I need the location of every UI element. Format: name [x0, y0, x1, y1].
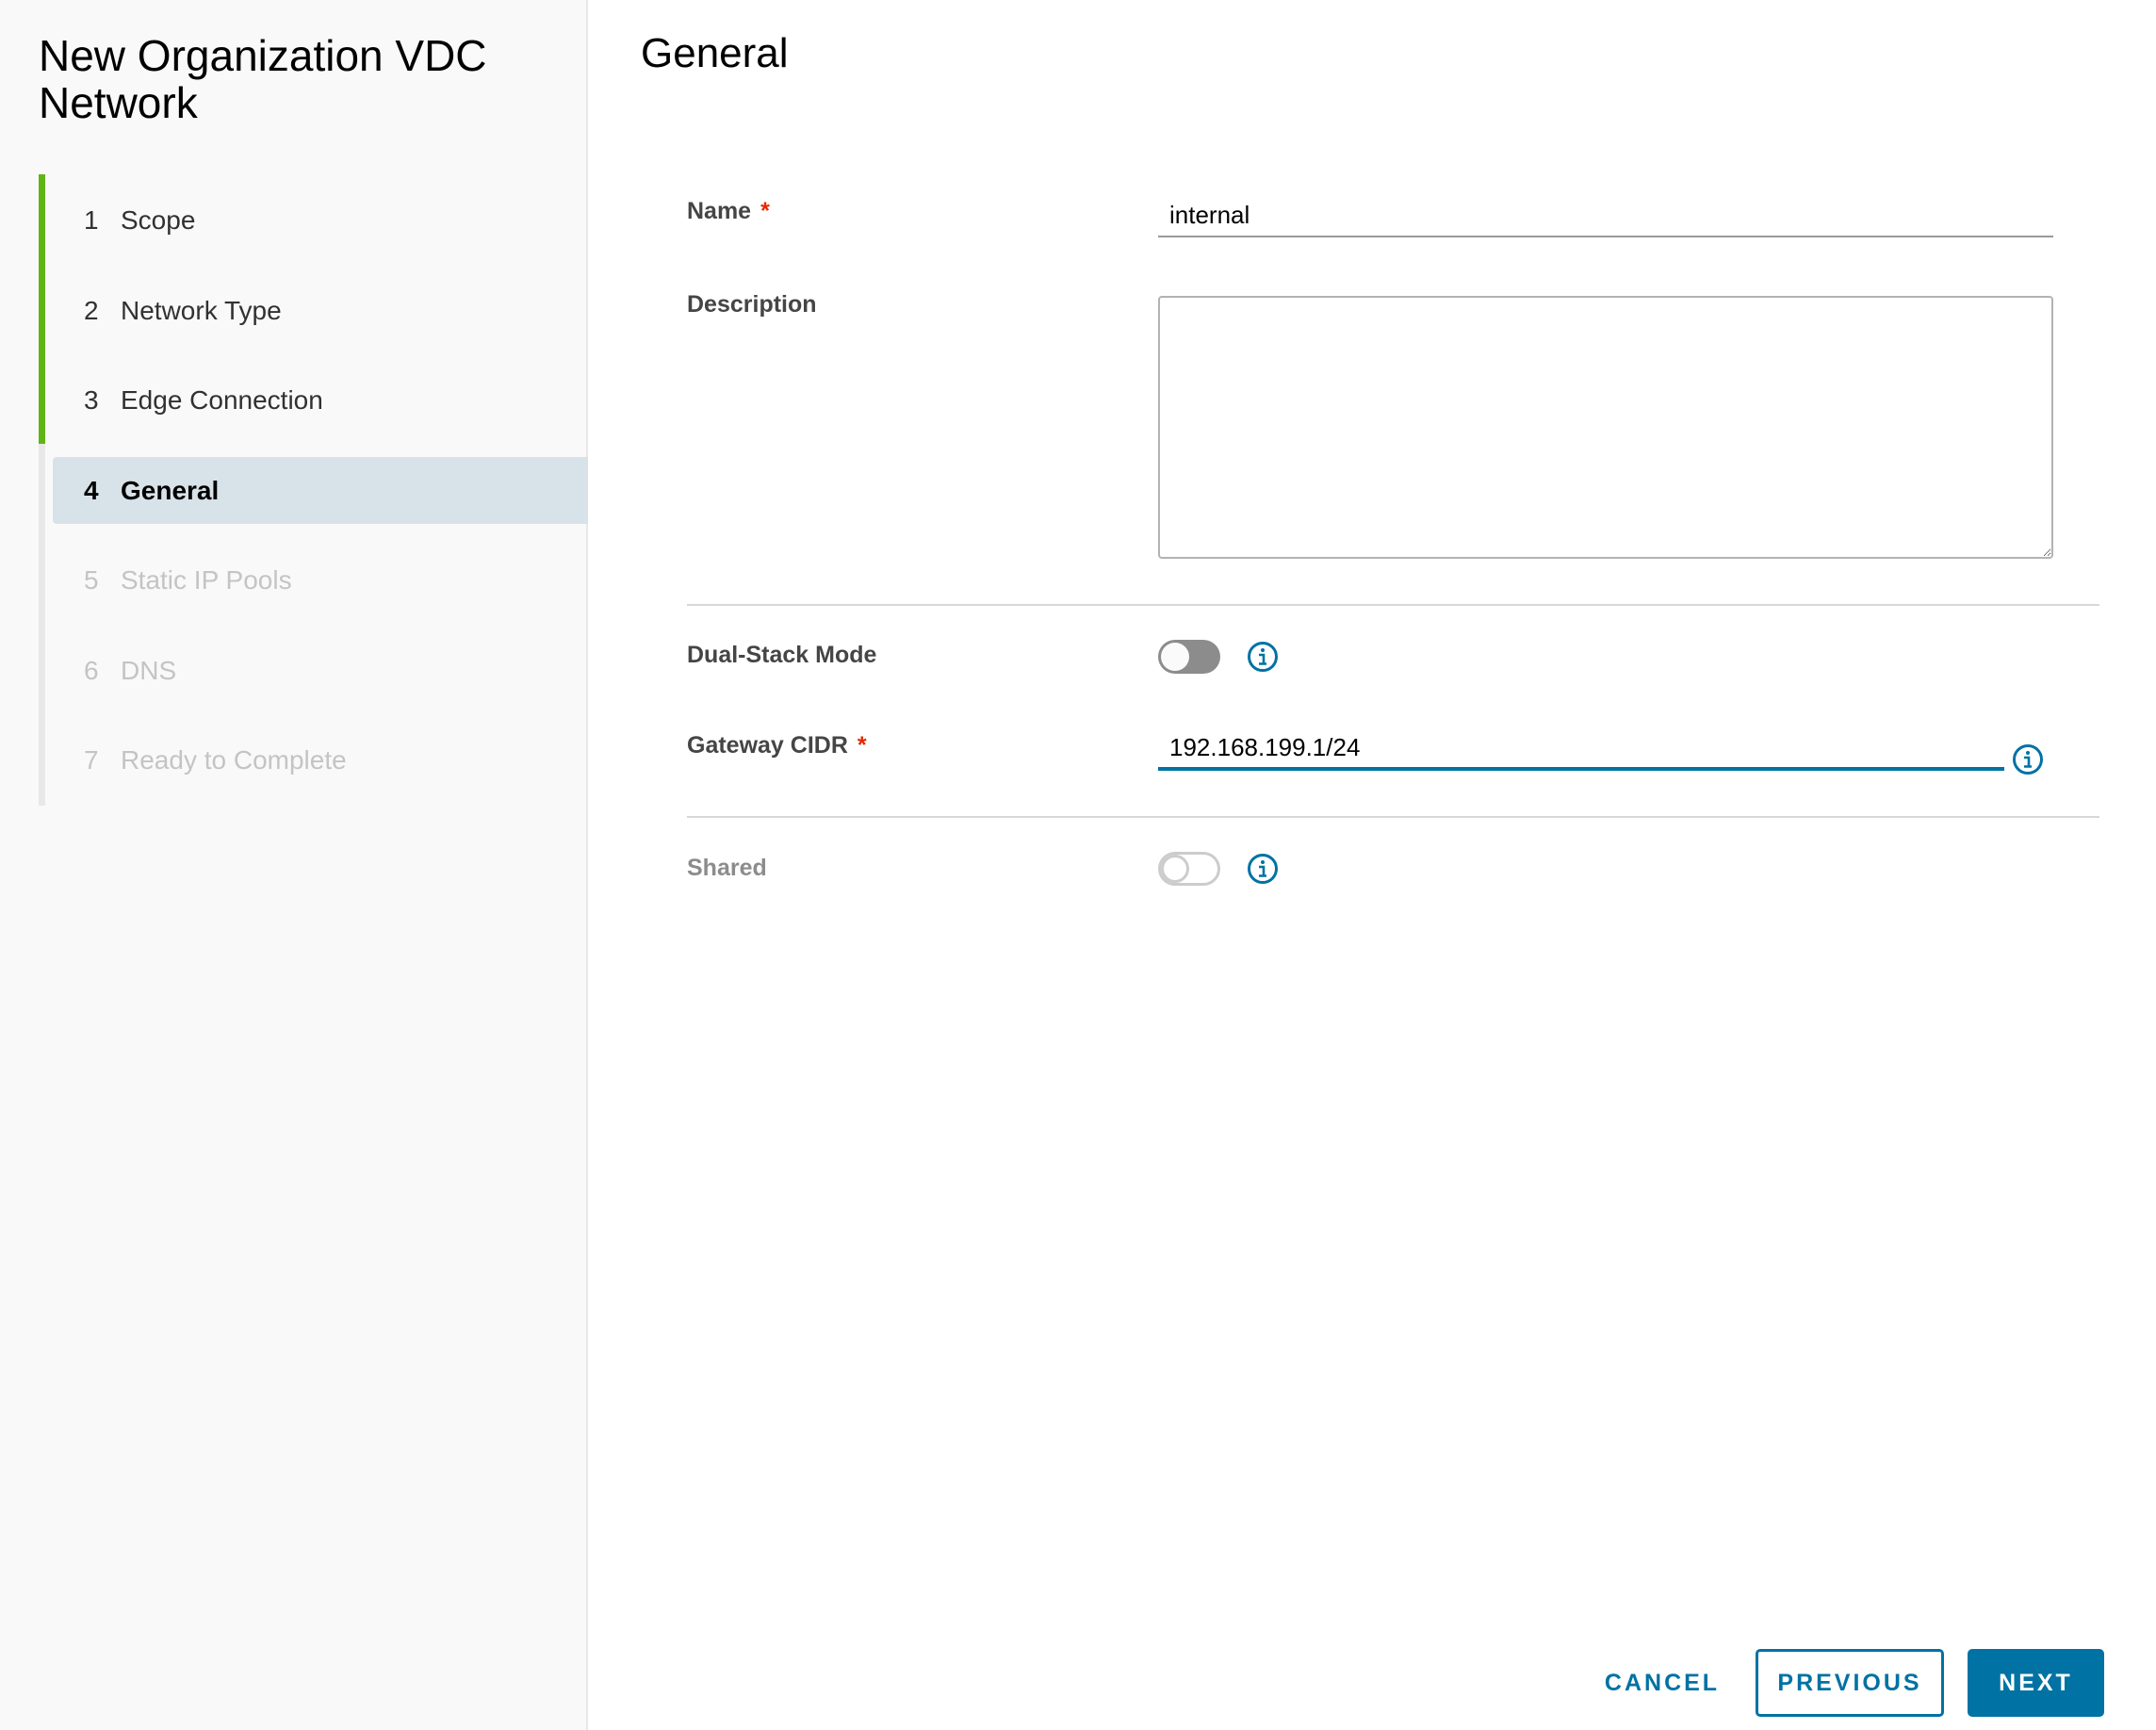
step-dns: 6 DNS	[53, 637, 588, 704]
dual-stack-info-icon[interactable]	[1247, 641, 1279, 673]
step-number: 3	[84, 384, 99, 415]
step-label: Network Type	[121, 295, 282, 325]
name-label: Name *	[687, 198, 770, 225]
shared-toggle	[1158, 852, 1220, 886]
step-label: General	[121, 475, 220, 505]
step-number: 7	[84, 744, 99, 775]
shared-info-icon[interactable]	[1247, 853, 1279, 885]
name-label-text: Name	[687, 198, 752, 224]
gateway-cidr-info-icon[interactable]	[2012, 743, 2044, 775]
step-label: Static IP Pools	[121, 564, 292, 595]
toggle-knob	[1161, 855, 1189, 883]
step-number: 5	[84, 564, 99, 595]
wizard-title: New Organization VDC Network	[39, 31, 487, 127]
step-label: Ready to Complete	[121, 744, 347, 775]
required-marker: *	[760, 198, 770, 224]
step-number: 6	[84, 655, 99, 685]
gateway-cidr-label-text: Gateway CIDR	[687, 732, 848, 759]
step-label: Scope	[121, 204, 196, 235]
gateway-cidr-label: Gateway CIDR *	[687, 732, 867, 759]
step-progress-track	[39, 174, 45, 806]
step-label: DNS	[121, 655, 177, 685]
step-number: 4	[84, 475, 99, 505]
step-general[interactable]: 4 General	[53, 457, 588, 524]
step-static-ip-pools: 5 Static IP Pools	[53, 547, 588, 613]
step-ready-to-complete: 7 Ready to Complete	[53, 726, 588, 793]
dual-stack-toggle[interactable]	[1158, 640, 1220, 674]
description-label: Description	[687, 291, 817, 318]
gateway-cidr-input[interactable]	[1158, 727, 2004, 771]
next-button[interactable]: NEXT	[1968, 1649, 2104, 1717]
step-number: 1	[84, 204, 99, 235]
step-progress-completed	[39, 174, 45, 444]
step-number: 2	[84, 295, 99, 325]
section-divider	[687, 816, 2099, 818]
dual-stack-label: Dual-Stack Mode	[687, 642, 877, 668]
toggle-knob	[1161, 643, 1189, 671]
shared-label: Shared	[687, 855, 767, 881]
section-divider	[687, 604, 2099, 606]
page-title: General	[641, 30, 789, 76]
wizard-sidebar: New Organization VDC Network 1 Scope 2 N…	[0, 0, 588, 1730]
step-network-type[interactable]: 2 Network Type	[53, 277, 588, 344]
step-label: Edge Connection	[121, 384, 323, 415]
step-edge-connection[interactable]: 3 Edge Connection	[53, 367, 588, 433]
previous-button[interactable]: PREVIOUS	[1756, 1649, 1944, 1717]
step-scope[interactable]: 1 Scope	[53, 187, 588, 253]
name-input[interactable]	[1158, 194, 2053, 237]
cancel-button[interactable]: CANCEL	[1583, 1649, 1741, 1717]
required-marker: *	[857, 732, 867, 759]
description-textarea[interactable]	[1158, 296, 2053, 559]
